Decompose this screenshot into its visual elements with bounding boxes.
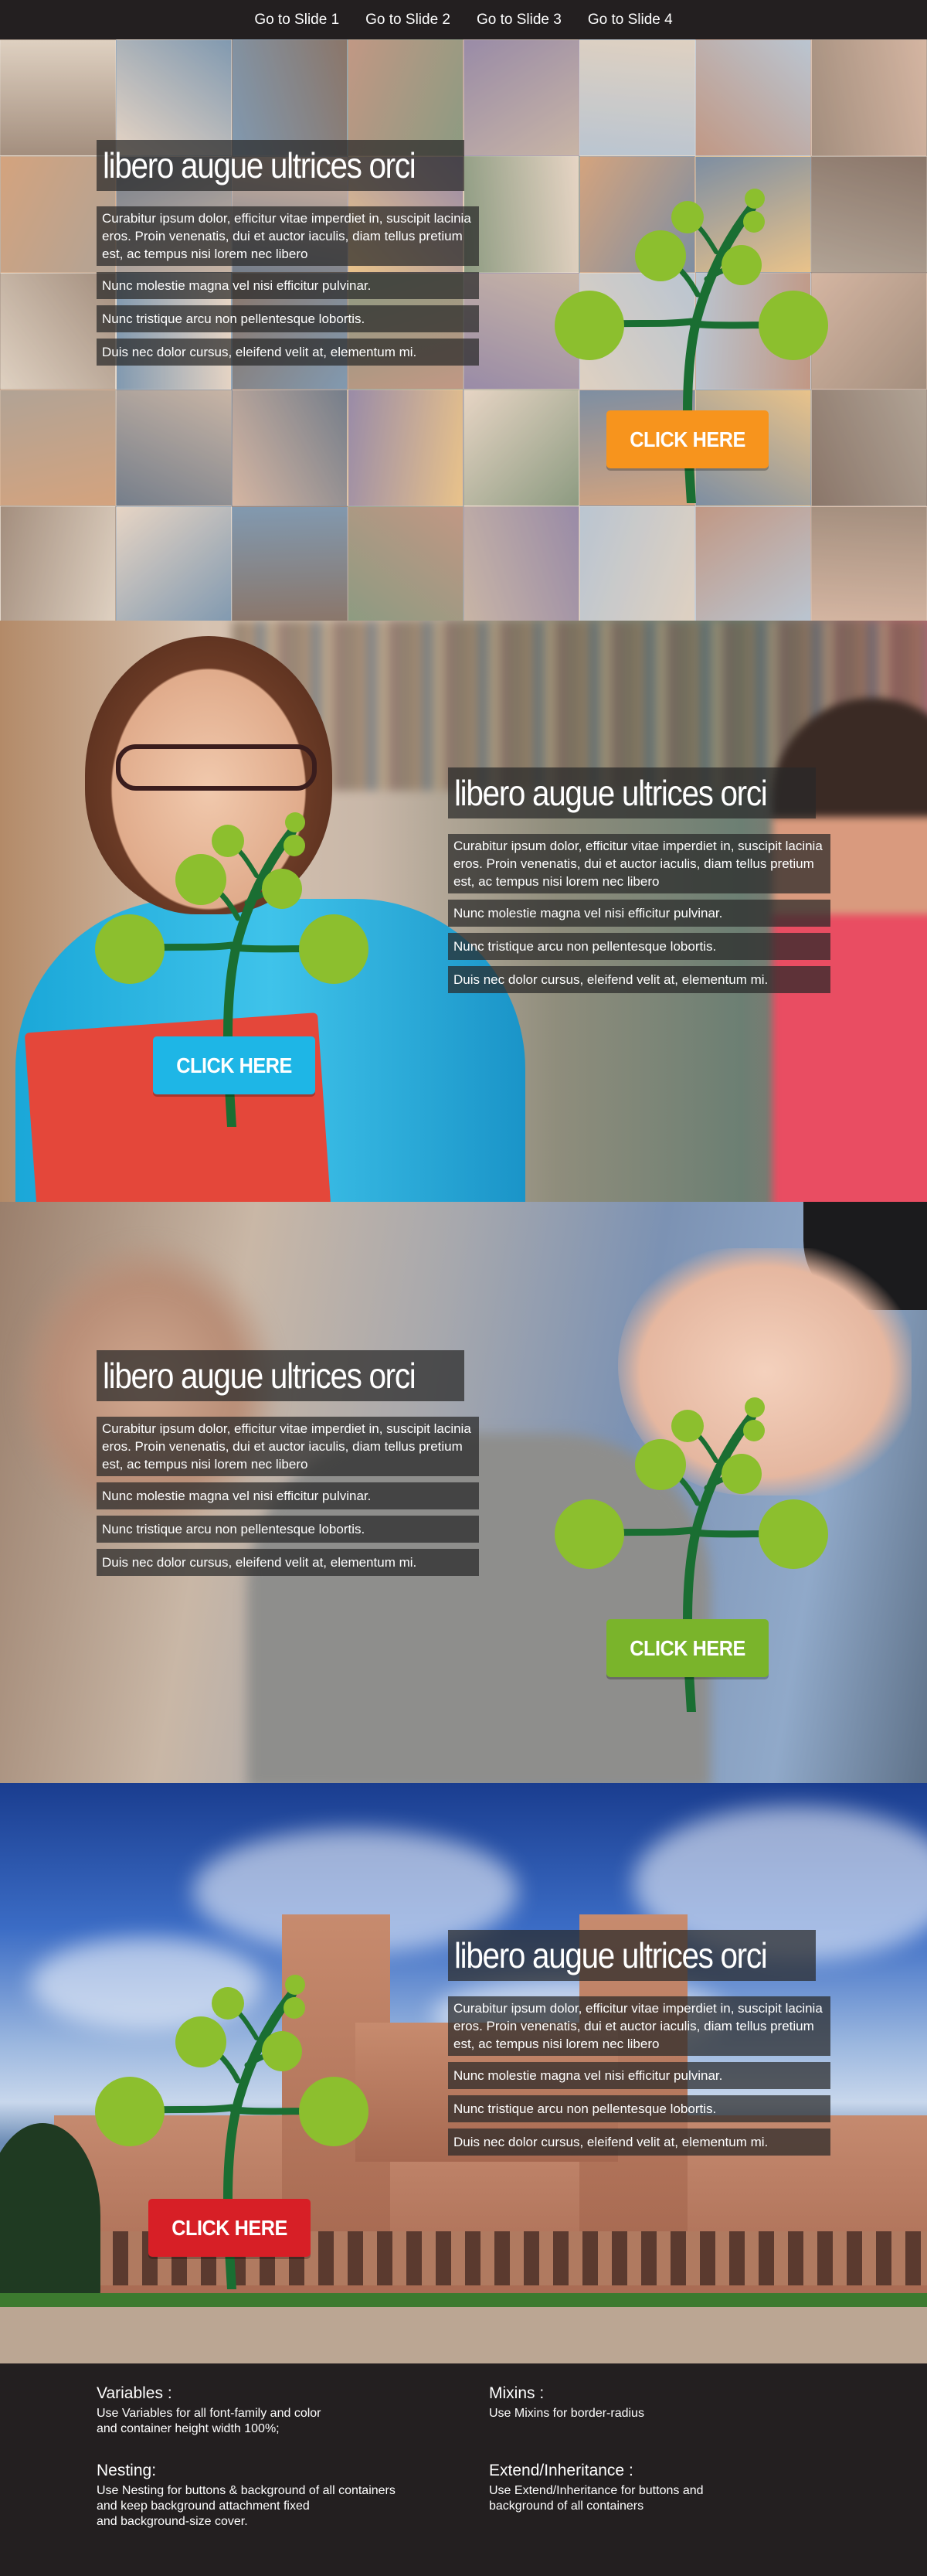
slide-4: libero augue ultrices orci Curabitur ips… <box>0 1783 927 2363</box>
footer-heading: Nesting: <box>97 2462 157 2479</box>
slide-paragraph: Curabitur ipsum dolor, efficitur vitae i… <box>448 1996 830 2056</box>
nav-link-slide-1[interactable]: Go to Slide 1 <box>254 12 339 29</box>
footer-variables: Variables : Use Variables for all font-f… <box>97 2384 460 2437</box>
slide-line-2: Nunc tristique arcu non pellentesque lob… <box>97 305 479 332</box>
slide-title: libero augue ultrices orci <box>454 773 768 813</box>
click-here-button[interactable]: CLICK HERE <box>606 410 769 468</box>
slide-line-1: Nunc molestie magna vel nisi efficitur p… <box>448 900 830 927</box>
slide-1: libero augue ultrices orci Curabitur ips… <box>0 39 927 621</box>
slide-line-2: Nunc tristique arcu non pellentesque lob… <box>448 933 830 960</box>
slide-content: libero augue ultrices orci Curabitur ips… <box>448 767 830 999</box>
nav-link-slide-4[interactable]: Go to Slide 4 <box>588 12 673 29</box>
click-here-button[interactable]: CLICK HERE <box>606 1619 769 1677</box>
slide-line-1: Nunc molestie magna vel nisi efficitur p… <box>97 272 479 299</box>
footer: Variables : Use Variables for all font-f… <box>0 2363 927 2576</box>
footer-text: Use Variables for all font-family and co… <box>97 2407 321 2435</box>
slide-title-box: libero augue ultrices orci <box>97 140 464 191</box>
footer-extend: Extend/Inheritance : Use Extend/Inherita… <box>489 2462 852 2514</box>
footer-text: Use Nesting for buttons & background of … <box>97 2484 396 2528</box>
footer-heading: Extend/Inheritance : <box>489 2462 633 2479</box>
slide-content: libero augue ultrices orci Curabitur ips… <box>97 1350 479 1582</box>
click-here-label: CLICK HERE <box>176 1053 292 1077</box>
slide-content: libero augue ultrices orci Curabitur ips… <box>97 140 479 372</box>
slide-line-3: Duis nec dolor cursus, eleifend velit at… <box>97 1549 479 1576</box>
nav-link-slide-2[interactable]: Go to Slide 2 <box>365 12 450 29</box>
slide-line-3: Duis nec dolor cursus, eleifend velit at… <box>448 966 830 993</box>
footer-heading: Mixins : <box>489 2384 545 2402</box>
footer-nesting: Nesting: Use Nesting for buttons & backg… <box>97 2462 460 2530</box>
slide-title-box: libero augue ultrices orci <box>448 1930 816 1981</box>
slide-line-1: Nunc molestie magna vel nisi efficitur p… <box>448 2062 830 2089</box>
footer-text: Use Extend/Inheritance for buttons and b… <box>489 2484 704 2513</box>
slide-line-3: Duis nec dolor cursus, eleifend velit at… <box>97 339 479 366</box>
slide-paragraph: Curabitur ipsum dolor, efficitur vitae i… <box>448 834 830 893</box>
slide-title: libero augue ultrices orci <box>454 1935 768 1975</box>
slide-line-2: Nunc tristique arcu non pellentesque lob… <box>97 1516 479 1543</box>
click-here-label: CLICK HERE <box>171 2215 287 2240</box>
slide-2: libero augue ultrices orci Curabitur ips… <box>0 621 927 1202</box>
click-here-label: CLICK HERE <box>630 427 745 451</box>
footer-text: Use Mixins for border-radius <box>489 2407 644 2420</box>
nav-link-slide-3[interactable]: Go to Slide 3 <box>477 12 562 29</box>
footer-heading: Variables : <box>97 2384 172 2402</box>
slide-navigation: Go to Slide 1 Go to Slide 2 Go to Slide … <box>0 0 927 39</box>
slide-paragraph: Curabitur ipsum dolor, efficitur vitae i… <box>97 1417 479 1476</box>
slide-line-1: Nunc molestie magna vel nisi efficitur p… <box>97 1482 479 1509</box>
click-here-button[interactable]: CLICK HERE <box>153 1036 315 1094</box>
slide-line-2: Nunc tristique arcu non pellentesque lob… <box>448 2095 830 2122</box>
slide-title-box: libero augue ultrices orci <box>97 1350 464 1401</box>
slide-content: libero augue ultrices orci Curabitur ips… <box>448 1930 830 2162</box>
slide-line-3: Duis nec dolor cursus, eleifend velit at… <box>448 2129 830 2156</box>
slide-3: libero augue ultrices orci Curabitur ips… <box>0 1202 927 1783</box>
slide-title: libero augue ultrices orci <box>103 145 416 185</box>
footer-mixins: Mixins : Use Mixins for border-radius <box>489 2384 852 2421</box>
click-here-label: CLICK HERE <box>630 1635 745 1660</box>
slide-title: libero augue ultrices orci <box>103 1356 416 1396</box>
slide-title-box: libero augue ultrices orci <box>448 767 816 818</box>
click-here-button[interactable]: CLICK HERE <box>148 2199 311 2257</box>
slide-paragraph: Curabitur ipsum dolor, efficitur vitae i… <box>97 206 479 266</box>
